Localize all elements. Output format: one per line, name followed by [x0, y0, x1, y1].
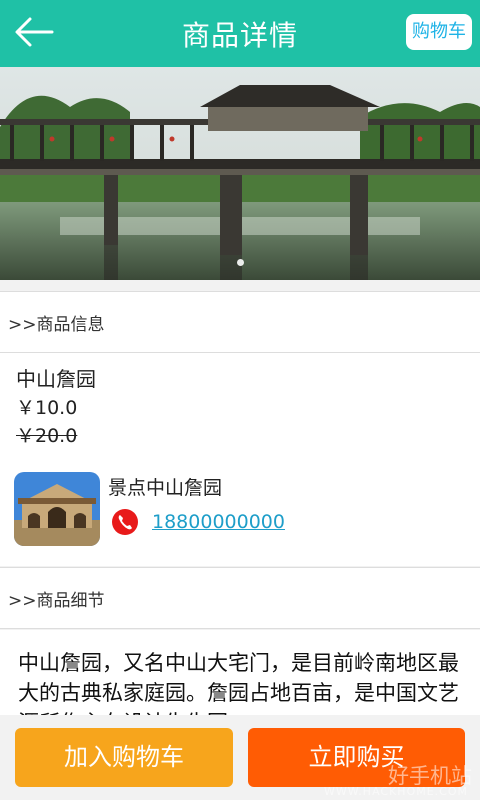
bottom-action-bar: 加入购物车 立即购买 好手机站 WWW.HACKHOME.COM — [0, 715, 480, 800]
gate-photo — [14, 472, 100, 546]
product-info-card: 中山詹园 ￥10.0 ￥20.0 景点中山詹园 18800000000 — [0, 353, 480, 566]
phone-number-link[interactable]: 18800000000 — [152, 511, 285, 533]
product-name: 中山詹园 — [16, 367, 96, 391]
section-header-product-detail: >>商品细节 — [0, 567, 480, 629]
product-banner-image[interactable] — [0, 67, 480, 280]
top-bar: 商品详情 购物车 — [0, 0, 480, 67]
section-title: >>商品细节 — [8, 591, 105, 611]
add-to-cart-button[interactable]: 加入购物车 — [15, 728, 233, 787]
carousel-indicator — [0, 251, 480, 270]
bridge-photo — [0, 67, 480, 280]
shop-name: 景点中山詹园 — [108, 477, 223, 499]
section-header-product-info: >>商品信息 — [0, 291, 480, 353]
shop-thumbnail[interactable] — [14, 472, 100, 546]
phone-icon[interactable] — [112, 509, 138, 535]
cart-button[interactable]: 购物车 — [406, 14, 472, 50]
product-price: ￥10.0 — [16, 397, 78, 419]
original-price: ￥20.0 — [16, 425, 78, 447]
watermark-url: WWW.HACKHOME.COM — [323, 785, 468, 798]
section-title: >>商品信息 — [8, 315, 105, 335]
carousel-dot[interactable] — [236, 259, 244, 266]
